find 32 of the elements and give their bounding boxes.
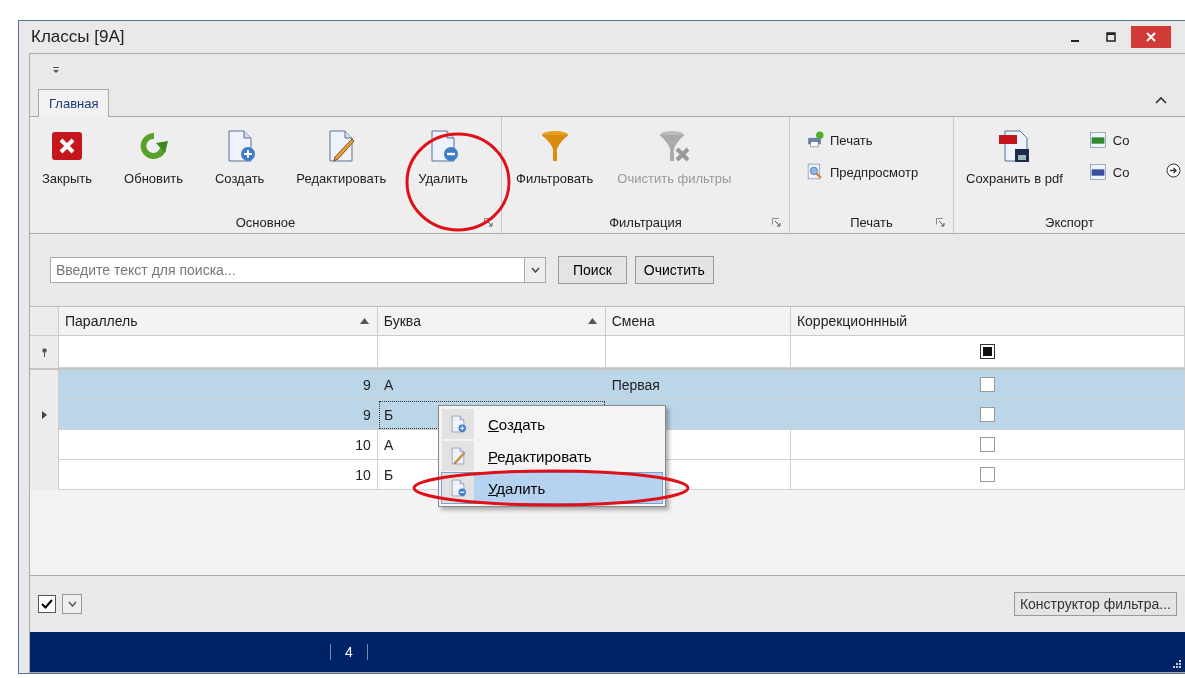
- ribbon-button[interactable]: Закрыть: [34, 127, 101, 188]
- search-bar-button[interactable]: Поиск: [558, 256, 627, 284]
- ribbon-button[interactable]: Со: [1084, 129, 1134, 151]
- group-label: Основное: [235, 214, 296, 230]
- ribbon-button[interactable]: Со: [1084, 161, 1134, 183]
- ribbon-button[interactable]: Сохранить в pdf: [958, 127, 1071, 188]
- ribbon-tab[interactable]: Главная: [38, 89, 110, 117]
- window-title: Классы [9А]: [31, 27, 125, 47]
- table-cell: 9: [59, 400, 378, 430]
- table-cell: Первая: [605, 370, 791, 400]
- table-cell: 10: [59, 430, 378, 460]
- ribbon-button[interactable]: Печать: [802, 129, 923, 151]
- column-header[interactable]: Буква: [377, 307, 606, 335]
- ribbon-button[interactable]: Предпросмотр: [802, 161, 923, 183]
- column-header[interactable]: Параллель: [59, 307, 378, 335]
- column-header[interactable]: Смена: [605, 307, 791, 335]
- group-label: Экспорт: [1045, 214, 1094, 230]
- ribbon-button[interactable]: Фильтровать: [506, 127, 604, 188]
- ribbon-button[interactable]: Удалить: [410, 127, 476, 188]
- table-cell: 9: [59, 370, 378, 400]
- ribbon-button[interactable]: Создать: [206, 127, 273, 188]
- ribbon-button[interactable]: Обновить: [116, 127, 191, 188]
- search-field[interactable]: Введите текст для поиска...: [50, 257, 524, 283]
- record-count: 4: [330, 644, 368, 660]
- table-cell: 10: [59, 460, 378, 490]
- ribbon-button[interactable]: Редактировать: [288, 127, 395, 188]
- table-cell: А: [377, 370, 606, 400]
- group-label: Печать: [850, 214, 893, 230]
- filter-builder-button[interactable]: Конструктор фильтра...: [1013, 592, 1177, 616]
- column-header[interactable]: Коррекционнный: [790, 307, 1185, 335]
- group-label: Фильтрация: [609, 214, 682, 230]
- search-bar-button[interactable]: Очистить: [634, 256, 714, 284]
